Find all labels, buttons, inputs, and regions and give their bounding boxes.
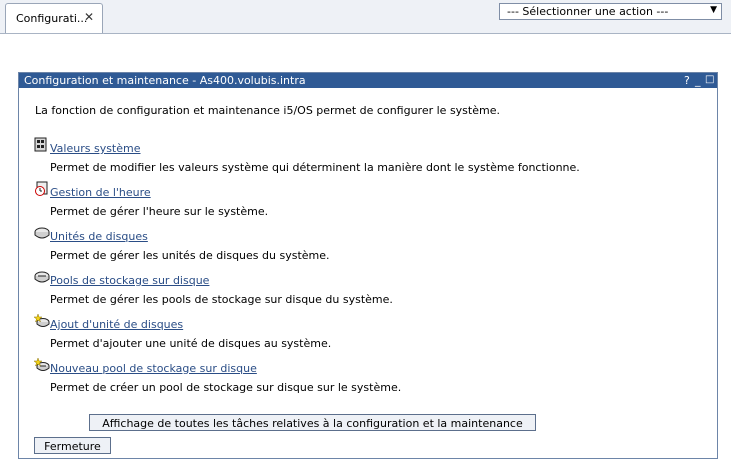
task-link-nouveau-pool[interactable]: Nouveau pool de stockage sur disque <box>50 362 257 375</box>
help-icon[interactable]: ? <box>684 74 690 87</box>
minimize-icon[interactable]: _ <box>695 74 701 87</box>
task-description: Permet de gérer l'heure sur le système. <box>50 205 269 218</box>
task-item: Unités de disques Permet de gérer les un… <box>34 225 634 265</box>
task-link-ajout-unite[interactable]: Ajout d'unité de disques <box>50 318 183 331</box>
action-select-value: --- Sélectionner une action --- <box>507 5 669 18</box>
task-link-pools-stockage[interactable]: Pools de stockage sur disque <box>50 274 209 287</box>
task-item: Gestion de l'heure Permet de gérer l'heu… <box>34 181 634 221</box>
task-link-valeurs-systeme[interactable]: Valeurs système <box>50 142 141 155</box>
new-disk-icon <box>34 313 50 327</box>
task-link-gestion-heure[interactable]: Gestion de l'heure <box>50 186 151 199</box>
portlet-title: Configuration et maintenance - As400.vol… <box>24 74 306 87</box>
chevron-down-icon: ▼ <box>710 5 717 15</box>
task-description: Permet de gérer les pools de stockage su… <box>50 293 393 306</box>
clock-icon <box>35 181 48 196</box>
tab-bar: Configurati... ✕ --- Sélectionner une ac… <box>0 0 731 34</box>
intro-text: La fonction de configuration et maintena… <box>35 104 500 117</box>
task-item: Nouveau pool de stockage sur disque Perm… <box>34 357 634 397</box>
close-button[interactable]: Fermeture <box>34 437 111 454</box>
task-item: Ajout d'unité de disques Permet d'ajoute… <box>34 313 634 353</box>
tab-label: Configurati... <box>16 12 88 25</box>
portlet-configuration: Configuration et maintenance - As400.vol… <box>18 72 718 459</box>
disk-icon <box>34 227 50 239</box>
task-description: Permet de créer un pool de stockage sur … <box>50 381 402 394</box>
portlet-title-bar: Configuration et maintenance - As400.vol… <box>19 73 717 88</box>
task-description: Permet de gérer les unités de disques du… <box>50 249 330 262</box>
system-values-icon <box>34 137 47 152</box>
task-item: Pools de stockage sur disque Permet de g… <box>34 269 634 309</box>
maximize-icon[interactable]: □ <box>705 74 714 85</box>
show-all-tasks-button[interactable]: Affichage de toutes les tâches relatives… <box>89 414 536 431</box>
disk-pool-icon <box>34 271 50 283</box>
close-icon[interactable]: ✕ <box>84 10 94 24</box>
task-item: Valeurs système Permet de modifier les v… <box>34 137 634 177</box>
tab-configuration[interactable]: Configurati... ✕ <box>5 3 103 33</box>
task-description: Permet de modifier les valeurs système q… <box>50 161 580 174</box>
action-select[interactable]: --- Sélectionner une action --- ▼ <box>499 3 722 20</box>
new-disk-pool-icon <box>34 357 50 371</box>
task-link-unites-disques[interactable]: Unités de disques <box>50 230 148 243</box>
task-description: Permet d'ajouter une unité de disques au… <box>50 337 332 350</box>
